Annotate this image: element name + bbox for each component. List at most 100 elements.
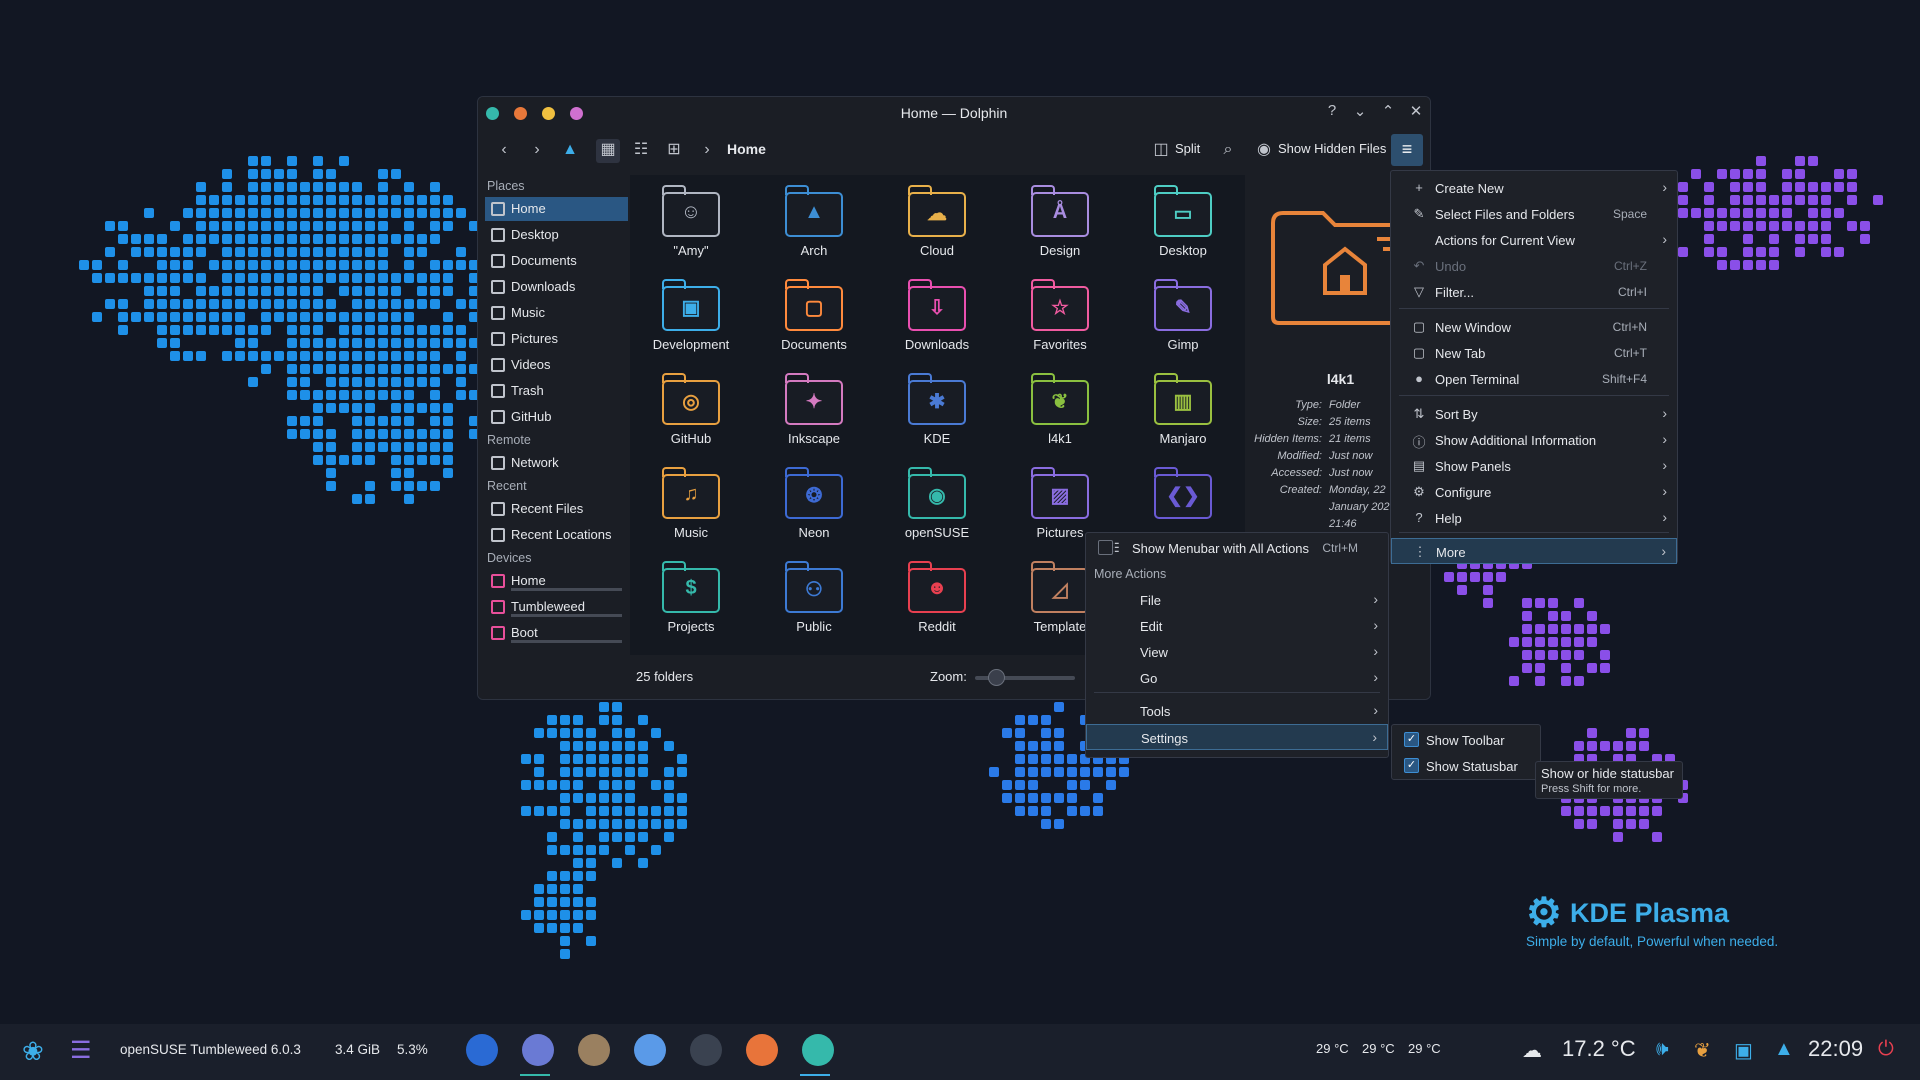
folder-item[interactable]: ▲ Arch xyxy=(759,177,869,265)
breadcrumb[interactable]: Home xyxy=(727,141,766,157)
folder-item[interactable]: ◉ openSUSE xyxy=(882,459,992,547)
sidebar-item[interactable]: Pictures xyxy=(485,327,628,351)
back-icon[interactable]: ‹ xyxy=(492,139,516,163)
main-menu-item[interactable]: ⓘ Show Additional Information › xyxy=(1391,427,1677,453)
folder-item[interactable]: ▥ Manjaro xyxy=(1128,365,1238,453)
main-menu-item[interactable]: ▢ New Tab Ctrl+T xyxy=(1391,340,1677,366)
weather-temp: 17.2 °C xyxy=(1562,1036,1636,1061)
checkbox[interactable]: ✓ xyxy=(1404,732,1419,747)
eye-icon[interactable]: ◉ xyxy=(1252,139,1276,163)
main-menu-item[interactable]: ⇅ Sort By › xyxy=(1391,401,1677,427)
main-menu-item[interactable]: ✎ Select Files and Folders Space xyxy=(1391,201,1677,227)
main-menu-item[interactable]: ↶ Undo Ctrl+Z xyxy=(1391,253,1677,279)
map-dot xyxy=(196,286,206,296)
gimp-task-icon[interactable] xyxy=(578,1034,610,1066)
main-menu-item[interactable]: Actions for Current View › xyxy=(1391,227,1677,253)
settings-menu-item[interactable]: ✓ Show Statusbar xyxy=(1392,753,1540,779)
more-menu-item[interactable]: File › xyxy=(1086,587,1388,613)
dolphin-task-icon[interactable] xyxy=(802,1034,834,1066)
main-menu-item[interactable]: ⋮ More › xyxy=(1391,538,1677,564)
sidebar-item[interactable]: Home xyxy=(485,569,628,593)
sidebar-item[interactable]: Tumbleweed xyxy=(485,595,628,619)
hamburger-menu-icon[interactable]: ≡ xyxy=(1391,134,1423,166)
maximize-icon[interactable]: ⌃ xyxy=(1378,102,1398,120)
sidebar-item[interactable]: Videos xyxy=(485,353,628,377)
more-menu-item[interactable]: Edit › xyxy=(1086,613,1388,639)
network-icon[interactable]: ▣ xyxy=(1734,1038,1753,1063)
main-menu-item[interactable]: + Create New › xyxy=(1391,175,1677,201)
folder-item[interactable]: ♫ Music xyxy=(636,459,746,547)
folder-item[interactable]: ✦ Inkscape xyxy=(759,365,869,453)
help-icon[interactable]: ? xyxy=(1322,102,1342,119)
sidebar-item[interactable]: Network xyxy=(485,451,628,475)
app-launcher-icon[interactable]: ❀ xyxy=(22,1036,44,1067)
minimize-icon[interactable]: ⌄ xyxy=(1350,102,1370,120)
folder-item[interactable]: ❂ Neon xyxy=(759,459,869,547)
folder-item[interactable]: ⚇ Public xyxy=(759,553,869,641)
sidebar-item[interactable]: Home xyxy=(485,197,628,221)
folder-item[interactable]: ☁ Cloud xyxy=(882,177,992,265)
sidebar-item[interactable]: Documents xyxy=(485,249,628,273)
folder-item[interactable]: ◎ GitHub xyxy=(636,365,746,453)
folder-item[interactable]: $ Projects xyxy=(636,553,746,641)
main-menu-item[interactable]: ? Help › xyxy=(1391,505,1677,531)
sidebar-item[interactable]: Desktop xyxy=(485,223,628,247)
close-icon[interactable]: ✕ xyxy=(1406,102,1426,120)
icons-view-icon[interactable]: ▦ xyxy=(596,139,620,163)
weather-icon[interactable]: ☁ xyxy=(1522,1038,1542,1063)
firefox-task-icon[interactable] xyxy=(746,1034,778,1066)
folder-item[interactable]: ▭ Desktop xyxy=(1128,177,1238,265)
up-icon[interactable]: ▲ xyxy=(558,139,582,163)
folder-item[interactable]: ☻ Reddit xyxy=(882,553,992,641)
folder-item[interactable]: ⇩ Downloads xyxy=(882,271,992,359)
sidebar-item[interactable]: Recent Files xyxy=(485,497,628,521)
browser-task-icon[interactable] xyxy=(466,1034,498,1066)
more-menu-item[interactable]: Tools › xyxy=(1086,698,1388,724)
more-menu-item[interactable]: View › xyxy=(1086,639,1388,665)
main-menu-item[interactable]: ▽ Filter... Ctrl+I xyxy=(1391,279,1677,305)
checkbox[interactable]: ✓ xyxy=(1404,758,1419,773)
more-menu-item[interactable]: Settings › xyxy=(1086,724,1388,750)
main-menu-item[interactable]: ▢ New Window Ctrl+N xyxy=(1391,314,1677,340)
sidebar-item[interactable]: GitHub xyxy=(485,405,628,429)
sidebar-item[interactable]: Boot xyxy=(485,621,628,645)
main-menu-item[interactable]: ● Open Terminal Shift+F4 xyxy=(1391,366,1677,392)
folder-item[interactable]: ☆ Favorites xyxy=(1005,271,1115,359)
show-menubar-item[interactable]: ☷ Show Menubar with All Actions Ctrl+M xyxy=(1086,535,1388,561)
sidebar-item[interactable]: Downloads xyxy=(485,275,628,299)
settings-menu-item[interactable]: ✓ Show Toolbar xyxy=(1392,727,1540,753)
sidebar-item[interactable]: Recent Locations xyxy=(485,523,628,547)
tray-expand-icon[interactable]: ▲ xyxy=(1774,1038,1794,1061)
folder-item[interactable]: ☺ "Amy" xyxy=(636,177,746,265)
sidebar-item[interactable]: Music xyxy=(485,301,628,325)
split-button[interactable]: Split xyxy=(1175,141,1200,156)
folder-item[interactable]: ❦ l4k1 xyxy=(1005,365,1115,453)
volume-icon[interactable]: 🕪 xyxy=(1656,1038,1669,1061)
settings-task-icon[interactable] xyxy=(634,1034,666,1066)
show-hidden-files-button[interactable]: Show Hidden Files xyxy=(1278,141,1386,156)
map-dot xyxy=(430,286,440,296)
forward-icon[interactable]: › xyxy=(525,139,549,163)
steam-task-icon[interactable] xyxy=(690,1034,722,1066)
main-menu-item[interactable]: ▤ Show Panels › xyxy=(1391,453,1677,479)
split-icon[interactable]: ◫ xyxy=(1149,139,1173,163)
main-menu-item[interactable]: ⚙ Configure › xyxy=(1391,479,1677,505)
details-view-icon[interactable]: ⊞ xyxy=(662,139,686,163)
checkbox[interactable] xyxy=(1098,540,1113,555)
power-icon[interactable]: ❦ xyxy=(1694,1038,1711,1063)
files-task-icon[interactable] xyxy=(522,1034,554,1066)
folder-item[interactable]: Å Design xyxy=(1005,177,1115,265)
folder-item[interactable]: ▢ Documents xyxy=(759,271,869,359)
search-icon[interactable]: ⌕ xyxy=(1216,139,1240,163)
more-menu-item[interactable]: Go › xyxy=(1086,665,1388,691)
compact-view-icon[interactable]: ☷ xyxy=(629,139,653,163)
folder-item[interactable]: ▣ Development xyxy=(636,271,746,359)
logout-icon[interactable]: ⏻ xyxy=(1878,1038,1894,1061)
map-dot xyxy=(1626,819,1636,829)
folder-item[interactable]: ✱ KDE xyxy=(882,365,992,453)
folder-item[interactable]: ✎ Gimp xyxy=(1128,271,1238,359)
pager-icon[interactable]: ☰ xyxy=(70,1036,92,1065)
sidebar-item[interactable]: Trash xyxy=(485,379,628,403)
picture-icon: ▨ xyxy=(1031,467,1089,519)
zoom-slider[interactable] xyxy=(988,669,1005,686)
